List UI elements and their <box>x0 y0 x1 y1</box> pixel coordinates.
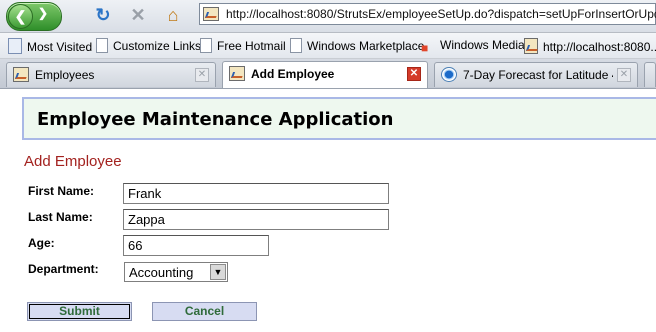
bookmark-most-visited[interactable]: Most Visited <box>8 38 92 54</box>
address-bar-url: http://localhost:8080/StrutsEx/employeeS… <box>226 7 656 21</box>
first-name-label: First Name: <box>28 184 95 198</box>
form-title: Add Employee <box>24 153 122 170</box>
last-name-label: Last Name: <box>28 210 93 224</box>
bookmark-free-hotmail[interactable]: Free Hotmail <box>200 38 286 53</box>
page-icon <box>200 38 212 53</box>
department-selected-value: Accounting <box>129 265 194 280</box>
department-select[interactable]: Accounting ▼ <box>124 262 228 282</box>
cancel-button[interactable]: Cancel <box>152 302 257 321</box>
address-bar[interactable]: http://localhost:8080/StrutsEx/employeeS… <box>199 3 656 25</box>
tab-strip: Employees ✕ Add Employee ✕ 7-Day Forecas… <box>0 59 656 89</box>
bookmark-customize-links[interactable]: Customize Links <box>96 38 201 53</box>
bookmark-windows-marketplace[interactable]: Windows Marketplace <box>290 38 424 53</box>
java-favicon <box>229 66 245 81</box>
close-tab-icon[interactable]: ✕ <box>195 68 209 82</box>
tab-employees[interactable]: Employees ✕ <box>6 62 216 87</box>
page-icon <box>96 38 108 53</box>
back-button[interactable]: ❮ <box>8 4 33 29</box>
bookmark-localhost[interactable]: http://localhost:8080... <box>524 38 656 54</box>
stop-icon[interactable]: ✕ <box>127 4 149 26</box>
page-icon <box>290 38 302 53</box>
bookmark-windows-media[interactable]: ■ Windows Media <box>421 38 525 57</box>
page-content: Employee Maintenance Application Add Emp… <box>0 89 656 332</box>
reload-icon[interactable]: ↻ <box>92 4 114 26</box>
last-name-input[interactable] <box>123 209 389 230</box>
navigation-toolbar: ❮ ❯ ↻ ✕ ⌂ http://localhost:8080/StrutsEx… <box>0 0 656 33</box>
java-favicon <box>524 38 538 54</box>
forward-button[interactable]: ❯ <box>38 6 48 20</box>
home-icon[interactable]: ⌂ <box>162 4 184 26</box>
close-tab-icon[interactable]: ✕ <box>407 67 421 81</box>
back-forward-control: ❮ ❯ <box>6 2 62 31</box>
tab-7-day-forecast[interactable]: 7-Day Forecast for Latitude 42.... ✕ <box>434 62 638 87</box>
chevron-down-icon[interactable]: ▼ <box>210 264 226 280</box>
submit-button[interactable]: Submit <box>27 302 132 321</box>
noaa-logo-icon <box>441 67 457 82</box>
age-label: Age: <box>28 236 55 250</box>
tab-partial[interactable] <box>644 62 656 87</box>
age-input[interactable] <box>123 235 269 256</box>
app-header: Employee Maintenance Application <box>22 97 656 140</box>
java-favicon <box>203 7 219 21</box>
department-label: Department: <box>28 262 99 276</box>
app-title: Employee Maintenance Application <box>37 109 394 130</box>
java-favicon <box>13 67 29 82</box>
windows-logo-icon: ■ <box>421 41 429 55</box>
bookmark-folder-icon <box>8 38 22 54</box>
close-tab-icon[interactable]: ✕ <box>617 68 631 82</box>
bookmarks-toolbar: Most Visited Customize Links Free Hotmai… <box>0 33 656 59</box>
first-name-input[interactable] <box>123 183 389 204</box>
tab-add-employee[interactable]: Add Employee ✕ <box>222 61 428 88</box>
